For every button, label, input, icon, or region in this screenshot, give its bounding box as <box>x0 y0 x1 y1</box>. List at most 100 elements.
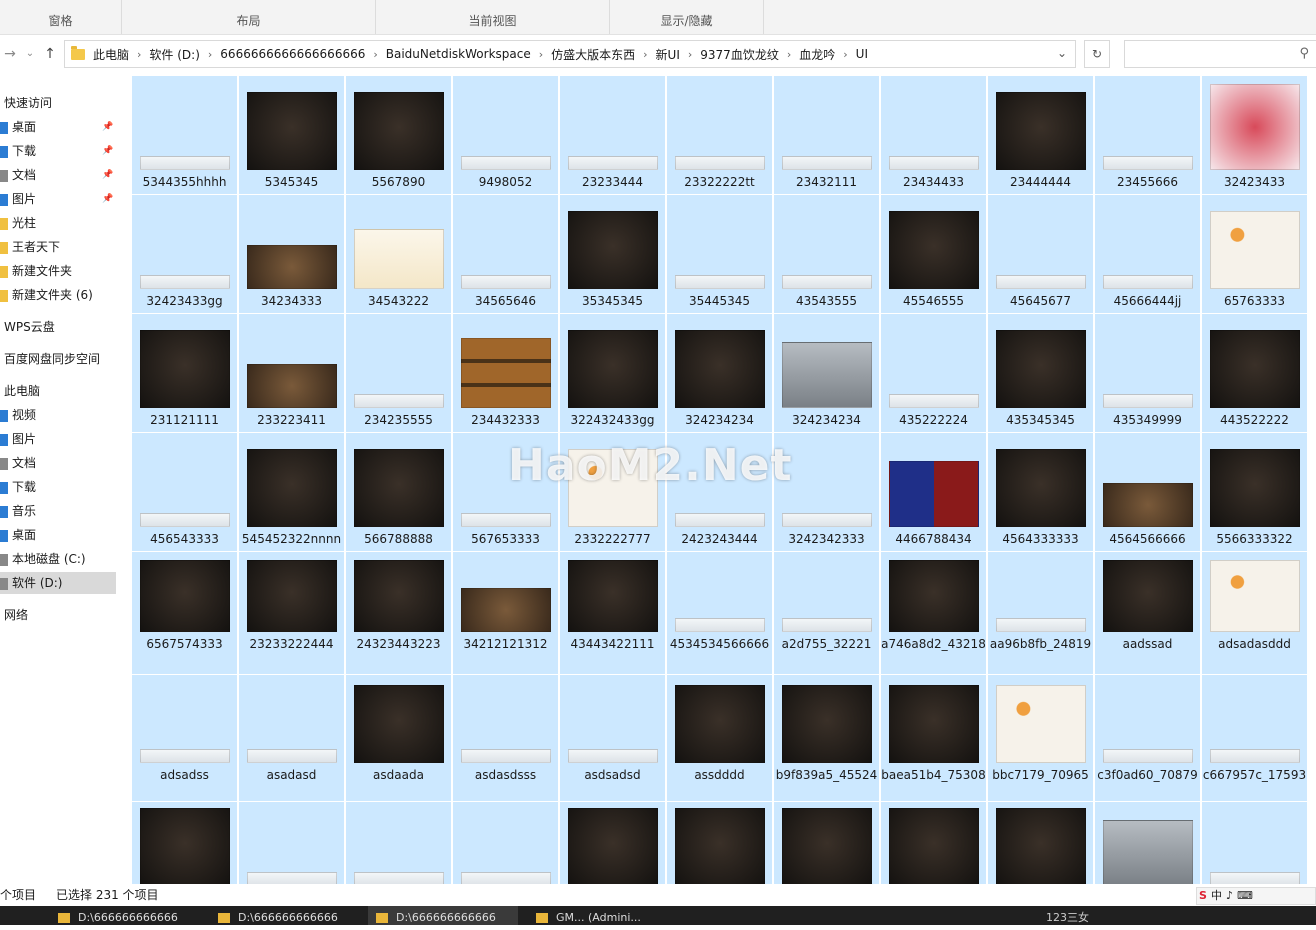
file-item[interactable]: 23233444 <box>560 76 665 194</box>
sidebar-item[interactable]: 文档 📌 <box>0 164 116 186</box>
sidebar-item[interactable]: 新建文件夹 (6) <box>0 284 116 306</box>
file-item[interactable]: 34565646 <box>453 195 558 313</box>
sidebar-item[interactable]: 百度网盘同步空间 <box>0 348 120 370</box>
file-item[interactable]: 4564566666 <box>1095 433 1200 551</box>
breadcrumb-item[interactable]: UI <box>856 47 868 61</box>
pin-icon[interactable]: 📌 <box>102 140 113 162</box>
file-item[interactable]: 324234234 <box>774 314 879 432</box>
search-input[interactable]: ⚲ <box>1124 40 1316 68</box>
file-item[interactable]: 32423433 <box>1202 76 1307 194</box>
file-item[interactable]: 65763333 <box>1202 195 1307 313</box>
file-item[interactable]: aadssad <box>1095 552 1200 674</box>
breadcrumb-separator-icon[interactable]: › <box>787 48 791 61</box>
file-item[interactable]: 231121111 <box>132 314 237 432</box>
file-item[interactable]: 32423433gg <box>132 195 237 313</box>
file-item[interactable]: 43443422111 <box>560 552 665 674</box>
breadcrumb-separator-icon[interactable]: › <box>208 48 212 61</box>
file-item[interactable]: 233223411 <box>239 314 344 432</box>
sidebar-item[interactable]: 视频 <box>0 404 116 426</box>
file-item[interactable] <box>1095 802 1200 884</box>
file-item[interactable]: 6567574333 <box>132 552 237 674</box>
file-item[interactable]: asdasdsss <box>453 675 558 801</box>
sidebar-item[interactable]: 音乐 <box>0 500 116 522</box>
breadcrumb-item[interactable]: 软件 (D:) <box>149 46 199 63</box>
breadcrumb-item[interactable]: 仿盛大版本东西 <box>551 46 635 63</box>
file-item[interactable]: 4466788434 <box>881 433 986 551</box>
file-item[interactable] <box>1202 802 1307 884</box>
breadcrumb-separator-icon[interactable]: › <box>373 48 377 61</box>
ribbon-group-pane[interactable]: 窗格 <box>0 0 122 34</box>
sidebar-item[interactable]: 光柱 <box>0 212 116 234</box>
file-item[interactable] <box>988 802 1093 884</box>
breadcrumb-item[interactable]: BaiduNetdiskWorkspace <box>386 47 531 61</box>
file-item[interactable]: 5566333322 <box>1202 433 1307 551</box>
file-item[interactable]: 566788888 <box>346 433 451 551</box>
file-item[interactable]: 9498052 <box>453 76 558 194</box>
ribbon-group-show-hide[interactable]: 显示/隐藏 <box>610 0 764 34</box>
file-item[interactable]: aa96b8fb_24819 <box>988 552 1093 674</box>
sidebar-item[interactable]: 桌面 📌 <box>0 116 116 138</box>
file-item[interactable]: baea51b4_75308 <box>881 675 986 801</box>
file-item[interactable]: 23434433 <box>881 76 986 194</box>
file-item[interactable]: 5344355hhhh <box>132 76 237 194</box>
file-item[interactable]: asadasd <box>239 675 344 801</box>
file-item[interactable]: 24323443223 <box>346 552 451 674</box>
refresh-icon[interactable]: ↻ <box>1084 40 1110 68</box>
taskbar-item[interactable]: GM... (Admini... <box>528 906 678 925</box>
file-item[interactable]: 35345345 <box>560 195 665 313</box>
file-item[interactable]: 5345345 <box>239 76 344 194</box>
pin-icon[interactable]: 📌 <box>102 116 113 138</box>
breadcrumb-separator-icon[interactable]: › <box>137 48 141 61</box>
ribbon-group-current-view[interactable]: 当前视图 <box>376 0 610 34</box>
breadcrumb-separator-icon[interactable]: › <box>843 48 847 61</box>
file-item[interactable] <box>560 802 665 884</box>
file-item[interactable]: 435349999 <box>1095 314 1200 432</box>
system-tray[interactable]: 123三女 <box>1036 906 1316 925</box>
file-item[interactable]: 43543555 <box>774 195 879 313</box>
breadcrumb-item[interactable]: 血龙吟 <box>799 46 835 63</box>
breadcrumb-item[interactable]: 9377血饮龙纹 <box>700 46 779 63</box>
taskbar-item[interactable]: D:\666666666666 <box>50 906 200 925</box>
file-item[interactable]: 45546555 <box>881 195 986 313</box>
chevron-down-icon[interactable]: ⌄ <box>1057 46 1067 60</box>
breadcrumb-item[interactable]: 新UI <box>656 46 680 63</box>
file-item[interactable]: 4564333333 <box>988 433 1093 551</box>
breadcrumb-separator-icon[interactable]: › <box>688 48 692 61</box>
file-item[interactable] <box>453 802 558 884</box>
file-item[interactable]: adsadss <box>132 675 237 801</box>
file-item[interactable]: 324234234 <box>667 314 772 432</box>
sidebar-item[interactable]: 下载 📌 <box>0 140 116 162</box>
file-item[interactable]: a746a8d2_43218 <box>881 552 986 674</box>
file-item[interactable]: asdaada <box>346 675 451 801</box>
file-item[interactable]: asdsadsd <box>560 675 665 801</box>
file-item[interactable]: 23455666 <box>1095 76 1200 194</box>
sidebar-item[interactable]: WPS云盘 <box>0 316 120 338</box>
taskbar-item[interactable]: D:\666666666666 <box>368 906 518 925</box>
ime-button[interactable]: ♪ <box>1226 888 1233 904</box>
file-item[interactable]: 34234333 <box>239 195 344 313</box>
sidebar-item[interactable]: 图片 📌 <box>0 188 116 210</box>
ime-button[interactable]: S <box>1199 888 1207 904</box>
file-item[interactable]: bbc7179_70965 <box>988 675 1093 801</box>
file-item[interactable]: 34212121312 <box>453 552 558 674</box>
breadcrumb-item[interactable]: 此电脑 <box>93 46 129 63</box>
file-item[interactable]: 234235555 <box>346 314 451 432</box>
sidebar-item[interactable]: 此电脑 <box>0 380 120 402</box>
file-item[interactable]: assdddd <box>667 675 772 801</box>
file-item[interactable] <box>774 802 879 884</box>
file-item[interactable]: 45645677 <box>988 195 1093 313</box>
file-item[interactable]: c3f0ad60_70879 <box>1095 675 1200 801</box>
file-item[interactable]: 35445345 <box>667 195 772 313</box>
file-item[interactable]: adsadasddd <box>1202 552 1307 674</box>
file-item[interactable]: b9f839a5_45524 <box>774 675 879 801</box>
file-item[interactable]: 322432433gg <box>560 314 665 432</box>
file-item[interactable]: 545452322nnnn <box>239 433 344 551</box>
file-item[interactable]: a2d755_32221 <box>774 552 879 674</box>
file-item[interactable]: 443522222 <box>1202 314 1307 432</box>
sidebar-item[interactable]: 下载 <box>0 476 116 498</box>
file-item[interactable]: 34543222 <box>346 195 451 313</box>
file-item[interactable] <box>132 802 237 884</box>
file-item[interactable]: 456543333 <box>132 433 237 551</box>
chevron-down-icon[interactable]: ⌄ <box>22 44 38 64</box>
breadcrumb-separator-icon[interactable]: › <box>539 48 543 61</box>
